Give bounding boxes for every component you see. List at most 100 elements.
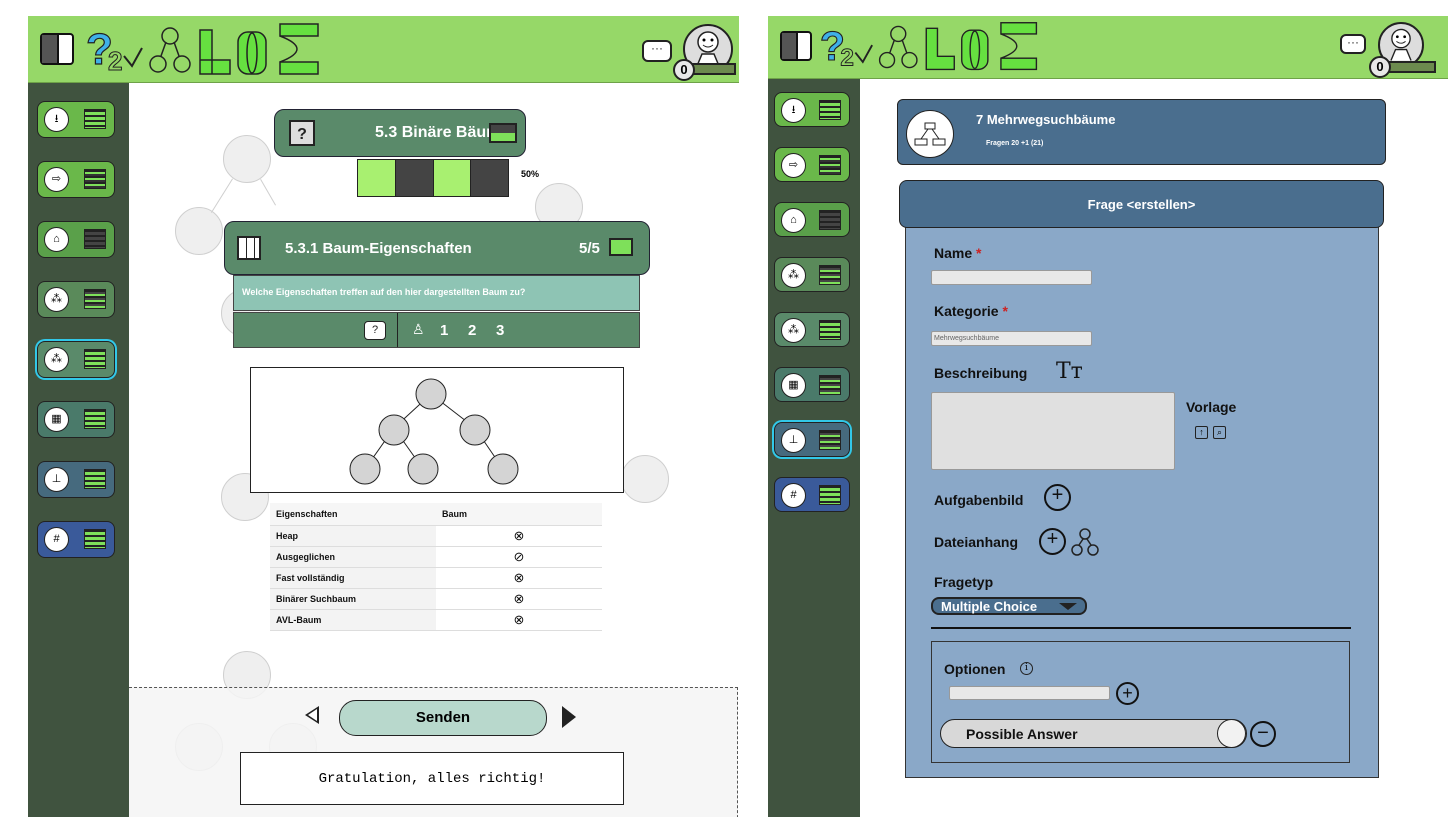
progress-stack-icon xyxy=(84,349,106,369)
template-label: Vorlage xyxy=(1186,399,1237,415)
course-title: 7 Mehrwegsuchbäume xyxy=(976,112,1116,127)
form-divider xyxy=(931,627,1351,629)
add-attachment-button[interactable]: + xyxy=(1039,528,1066,555)
template-upload-icon[interactable]: ↑ xyxy=(1195,426,1208,439)
hint-icon[interactable]: ? xyxy=(364,321,386,340)
sidebar-item-5[interactable]: ⁂ xyxy=(37,341,115,378)
sidebar-item-1[interactable]: ⭳ xyxy=(37,101,115,138)
sidebar-item-6[interactable]: ▦ xyxy=(774,367,850,402)
sidebar-item-7[interactable]: ⊥ xyxy=(774,422,850,457)
info-icon[interactable]: i xyxy=(1020,662,1033,675)
xp-bar xyxy=(1384,61,1436,73)
progress-segment xyxy=(433,160,472,196)
check-icon[interactable]: ⊘ xyxy=(436,546,602,568)
level-1-button[interactable]: 1 xyxy=(440,322,448,339)
notification-badge: 0 xyxy=(673,59,695,81)
sidebar-item-8[interactable]: # xyxy=(774,477,850,512)
level-3-button[interactable]: 3 xyxy=(496,322,504,339)
category-input[interactable]: Mehrwegsuchbäume xyxy=(931,331,1092,346)
sidebar-item-2[interactable]: ⇨ xyxy=(37,161,115,198)
question-text: Welche Eigenschaften treffen auf den hie… xyxy=(242,287,526,297)
name-label: Name * xyxy=(934,245,981,261)
table-header: Eigenschaften Baum xyxy=(270,503,602,526)
difficulty-icon: ♙ xyxy=(412,321,425,337)
cross-icon[interactable]: ⊗ xyxy=(436,525,602,547)
properties-table: Eigenschaften Baum Heap ⊗ Ausgeglichen ⊘ Fa… xyxy=(270,503,602,631)
cross-icon[interactable]: ⊗ xyxy=(436,609,602,631)
send-button[interactable]: Senden xyxy=(339,700,547,736)
app-logo: ? 2 xyxy=(819,22,1038,72)
question-type-label: Fragetyp xyxy=(934,574,994,590)
progress-percent: 50% xyxy=(521,169,540,179)
notification-badge: 0 xyxy=(1369,56,1391,78)
progress-stack-icon xyxy=(84,529,106,549)
question-box: Welche Eigenschaften treffen auf den hie… xyxy=(233,275,640,311)
answer-option[interactable]: Possible Answer xyxy=(940,719,1247,748)
template-search-icon[interactable]: ⌕ xyxy=(1213,426,1226,439)
top-bar: ? 2 ··· 0 xyxy=(28,16,739,83)
remove-option-button[interactable]: − xyxy=(1250,721,1276,747)
table-row: Heap ⊗ xyxy=(270,525,602,547)
description-textarea[interactable] xyxy=(931,392,1175,470)
chat-icon[interactable]: ··· xyxy=(642,40,672,62)
column-header: Baum xyxy=(436,503,602,526)
background-tree-node xyxy=(621,455,669,503)
row-label: AVL-Baum xyxy=(270,609,436,631)
sidebar-item-6[interactable]: ▦ xyxy=(37,401,115,438)
submit-area: Senden Gratulation, alles richtig! xyxy=(129,687,738,817)
sidebar-item-8[interactable]: # xyxy=(37,521,115,558)
options-label: Optionen xyxy=(944,661,1006,677)
sidebar-toggle-button[interactable] xyxy=(780,31,812,61)
graph-attachment-icon[interactable] xyxy=(1070,527,1100,557)
download-icon: ⭳ xyxy=(44,107,69,132)
multiway-tree-icon xyxy=(906,110,954,158)
background-tree-node xyxy=(175,207,223,255)
row-label: Fast vollständig xyxy=(270,567,436,589)
help-icon[interactable]: ? xyxy=(289,120,315,146)
toggle-knob[interactable] xyxy=(1217,719,1246,748)
answer-text: Possible Answer xyxy=(966,726,1078,742)
hash-table-icon: ▦ xyxy=(781,373,806,398)
graph-icon: ⁂ xyxy=(44,287,69,312)
sidebar-item-5[interactable]: ⁂ xyxy=(774,312,850,347)
sidebar-item-3[interactable]: ⌂ xyxy=(774,202,850,237)
sidebar-item-3[interactable]: ⌂ xyxy=(37,221,115,258)
add-task-image-button[interactable]: + xyxy=(1044,484,1071,511)
question-type-select[interactable]: Multiple Choice xyxy=(931,597,1087,615)
progress-segment xyxy=(358,160,396,196)
progress-stack-icon xyxy=(84,229,106,249)
sidebar-item-4[interactable]: ⁂ xyxy=(37,281,115,318)
sidebar-item-4[interactable]: ⁂ xyxy=(774,257,850,292)
sidebar-item-7[interactable]: ⊥ xyxy=(37,461,115,498)
form-header: Frage <erstellen> xyxy=(899,180,1384,228)
hash-table-icon: ▦ xyxy=(44,407,69,432)
progress-stack-icon xyxy=(819,155,841,175)
option-input[interactable] xyxy=(949,686,1110,700)
course-subtitle: Fragen 20 +1 (21) xyxy=(986,140,1044,147)
next-arrow-icon[interactable] xyxy=(562,706,576,728)
cross-icon[interactable]: ⊗ xyxy=(436,588,602,610)
structure-icon: ⌂ xyxy=(44,227,69,252)
add-option-button[interactable]: + xyxy=(1116,682,1139,705)
sidebar: ⭳ ⇨ ⌂ ⁂ ⁂ ▦ ⊥ # xyxy=(768,79,860,817)
level-2-button[interactable]: 2 xyxy=(468,322,476,339)
sidebar-item-1[interactable]: ⭳ xyxy=(774,92,850,127)
chevron-down-icon xyxy=(1059,603,1077,610)
text-format-icon[interactable]: Tт xyxy=(1056,359,1083,384)
column-header: Eigenschaften xyxy=(270,503,436,526)
download-icon: ⭳ xyxy=(781,98,806,123)
exercise-card[interactable]: 5.3.1 Baum-Eigenschaften 5/5 xyxy=(224,221,650,275)
hash-icon: # xyxy=(44,527,69,552)
table-row: AVL-Baum ⊗ xyxy=(270,609,602,631)
name-label-text: Name xyxy=(934,245,973,261)
name-input[interactable] xyxy=(931,270,1092,285)
sidebar-toggle-button[interactable] xyxy=(40,33,74,65)
course-card[interactable]: 7 Mehrwegsuchbäume Fragen 20 +1 (21) xyxy=(897,99,1386,165)
topic-card[interactable]: ? 5.3 Binäre Bäume xyxy=(274,109,526,157)
progress-bar xyxy=(357,159,509,197)
cross-icon[interactable]: ⊗ xyxy=(436,567,602,589)
feedback-box: Gratulation, alles richtig! xyxy=(240,752,624,805)
row-label: Binärer Suchbaum xyxy=(270,588,436,610)
sidebar-item-2[interactable]: ⇨ xyxy=(774,147,850,182)
chat-icon[interactable]: ··· xyxy=(1340,34,1366,54)
